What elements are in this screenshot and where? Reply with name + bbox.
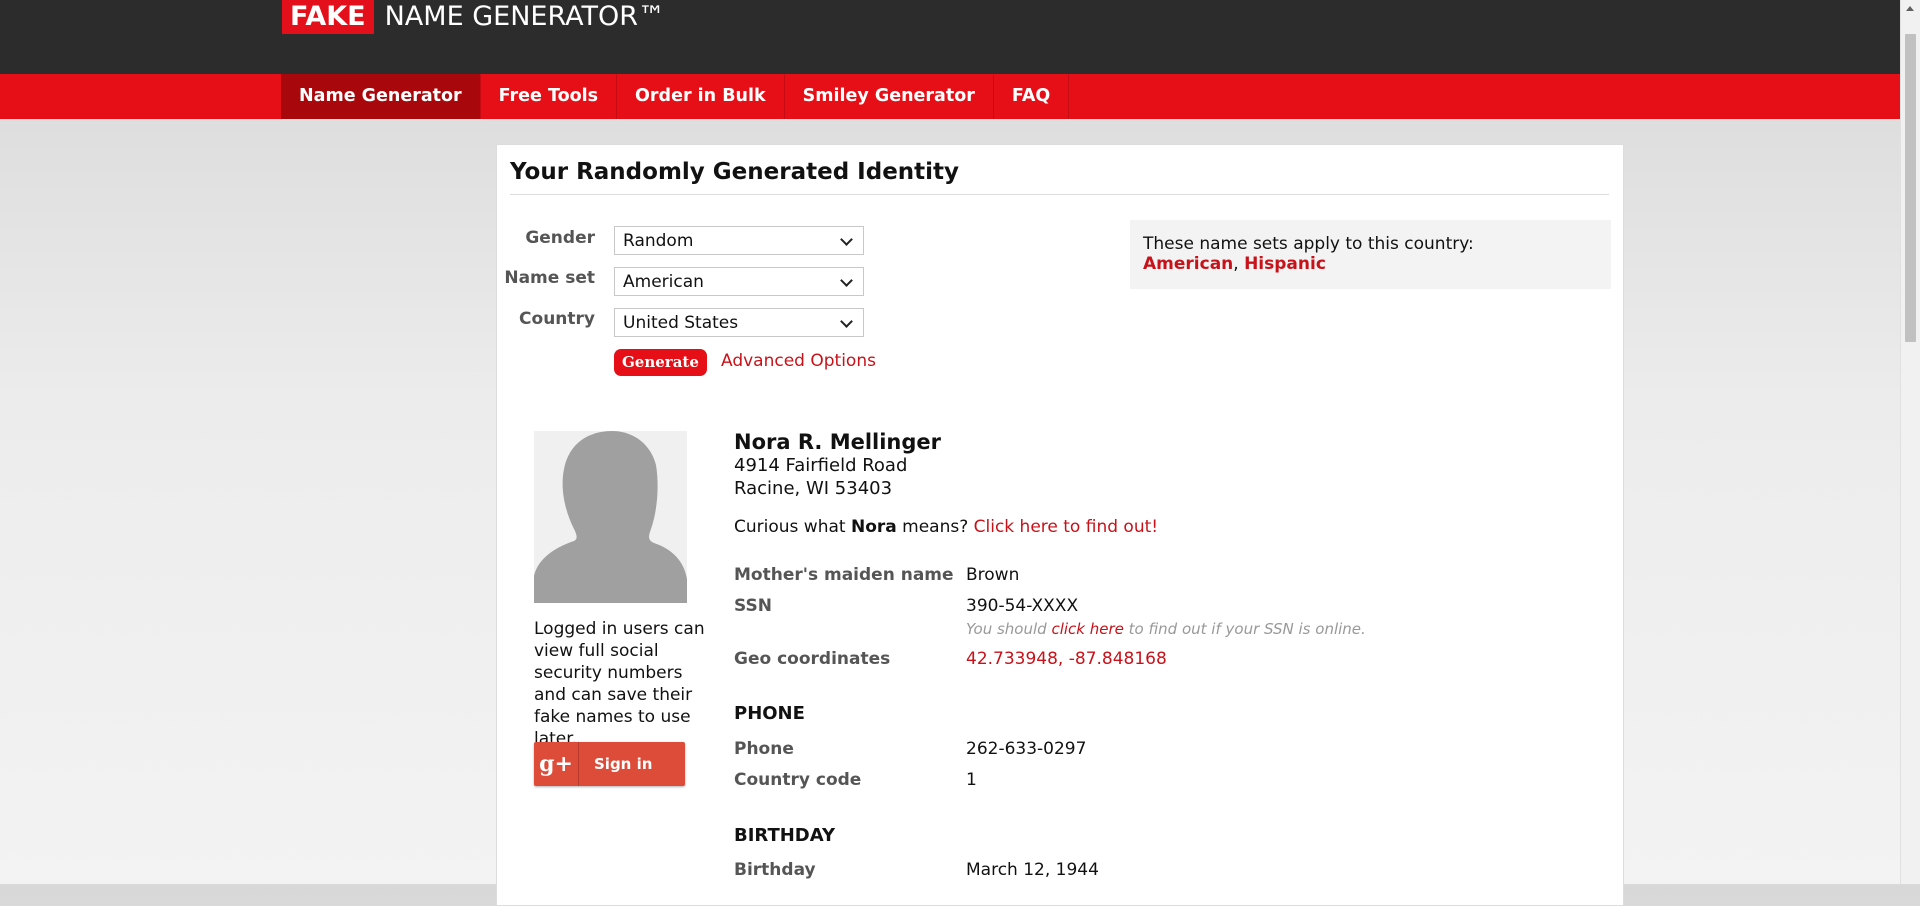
top-header: FAKE NAME GENERATOR™ bbox=[0, 0, 1901, 74]
logo-name-text: NAME GENERATOR™ bbox=[384, 1, 665, 32]
geo-coordinates-link[interactable]: 42.733948, -87.848168 bbox=[966, 649, 1167, 669]
page-scrollbar[interactable] bbox=[1900, 0, 1920, 884]
nav-item-smiley-generator[interactable]: Smiley Generator bbox=[785, 74, 994, 119]
gender-select-value: Random bbox=[623, 231, 694, 251]
phone-value: 262-633-0297 bbox=[966, 739, 1087, 759]
country-label: Country bbox=[519, 309, 595, 329]
address-line-2: Racine, WI 53403 bbox=[734, 478, 893, 499]
nav-item-order-in-bulk[interactable]: Order in Bulk bbox=[617, 74, 785, 119]
maiden-name-value: Brown bbox=[966, 565, 1020, 585]
nameset-label: Name set bbox=[504, 268, 595, 288]
nav-item-faq[interactable]: FAQ bbox=[994, 74, 1070, 119]
advanced-options-link[interactable]: Advanced Options bbox=[721, 351, 876, 371]
generate-button[interactable]: Generate bbox=[614, 349, 707, 376]
nameset-link-hispanic[interactable]: Hispanic bbox=[1244, 254, 1326, 274]
ssn-note: You should click here to find out if you… bbox=[966, 620, 1366, 638]
logo-fake-text: FAKE bbox=[282, 0, 374, 34]
chevron-down-icon bbox=[840, 233, 853, 246]
chevron-down-icon bbox=[840, 274, 853, 287]
maiden-name-label: Mother's maiden name bbox=[734, 565, 954, 585]
scroll-thumb[interactable] bbox=[1905, 34, 1916, 342]
gender-label: Gender bbox=[525, 228, 595, 248]
nav-item-name-generator[interactable]: Name Generator bbox=[281, 74, 481, 119]
birthday-value: March 12, 1944 bbox=[966, 860, 1099, 880]
birthday-label: Birthday bbox=[734, 860, 816, 880]
country-code-label: Country code bbox=[734, 770, 862, 790]
ssn-check-link[interactable]: click here bbox=[1051, 620, 1123, 638]
country-select[interactable]: United States bbox=[614, 308, 864, 337]
google-plus-icon: g+ bbox=[534, 742, 579, 786]
nameset-info-box: These name sets apply to this country: A… bbox=[1130, 220, 1611, 289]
nameset-link-american[interactable]: American bbox=[1143, 254, 1233, 274]
person-silhouette-icon bbox=[534, 431, 687, 603]
birthday-section-title: BIRTHDAY bbox=[734, 825, 835, 846]
nameset-info-links: American, Hispanic bbox=[1143, 254, 1598, 274]
google-signin-label: Sign in bbox=[594, 755, 653, 773]
ssn-note-suffix: to find out if your SSN is online. bbox=[1128, 620, 1366, 638]
curious-mid: means? bbox=[902, 517, 969, 537]
ssn-value: 390-54-XXXX bbox=[966, 596, 1079, 616]
ssn-label: SSN bbox=[734, 596, 772, 616]
name-meaning-line: Curious what Nora means? Click here to f… bbox=[734, 517, 1158, 537]
login-info-text: Logged in users can view full social sec… bbox=[534, 619, 705, 749]
curious-prefix: Curious what bbox=[734, 517, 846, 537]
geo-label: Geo coordinates bbox=[734, 649, 891, 669]
nameset-link-separator: , bbox=[1233, 254, 1239, 274]
nameset-select-value: American bbox=[623, 272, 704, 292]
content-panel: Your Randomly Generated Identity Gender … bbox=[496, 144, 1624, 906]
phone-section-title: PHONE bbox=[734, 703, 805, 724]
main-navbar: Name Generator Free Tools Order in Bulk … bbox=[0, 74, 1901, 119]
gender-select[interactable]: Random bbox=[614, 226, 864, 255]
scroll-up-arrow-icon[interactable] bbox=[1906, 6, 1914, 11]
nav-menu: Name Generator Free Tools Order in Bulk … bbox=[281, 74, 1070, 119]
page-title: Your Randomly Generated Identity bbox=[510, 159, 1609, 195]
name-meaning-link[interactable]: Click here to find out! bbox=[974, 517, 1158, 537]
identity-name: Nora R. Mellinger bbox=[734, 430, 942, 454]
country-select-value: United States bbox=[623, 313, 739, 333]
first-name: Nora bbox=[850, 517, 897, 537]
chevron-down-icon bbox=[840, 315, 853, 328]
nameset-select[interactable]: American bbox=[614, 267, 864, 296]
avatar bbox=[534, 431, 687, 603]
site-logo[interactable]: FAKE NAME GENERATOR™ bbox=[282, 0, 665, 34]
address-line-1: 4914 Fairfield Road bbox=[734, 455, 908, 476]
nav-item-free-tools[interactable]: Free Tools bbox=[481, 74, 618, 119]
nameset-info-text: These name sets apply to this country: bbox=[1143, 234, 1474, 254]
phone-label: Phone bbox=[734, 739, 794, 759]
country-code-value: 1 bbox=[966, 770, 977, 790]
ssn-note-prefix: You should bbox=[966, 620, 1047, 638]
google-signin-button[interactable]: g+ Sign in bbox=[534, 742, 685, 786]
